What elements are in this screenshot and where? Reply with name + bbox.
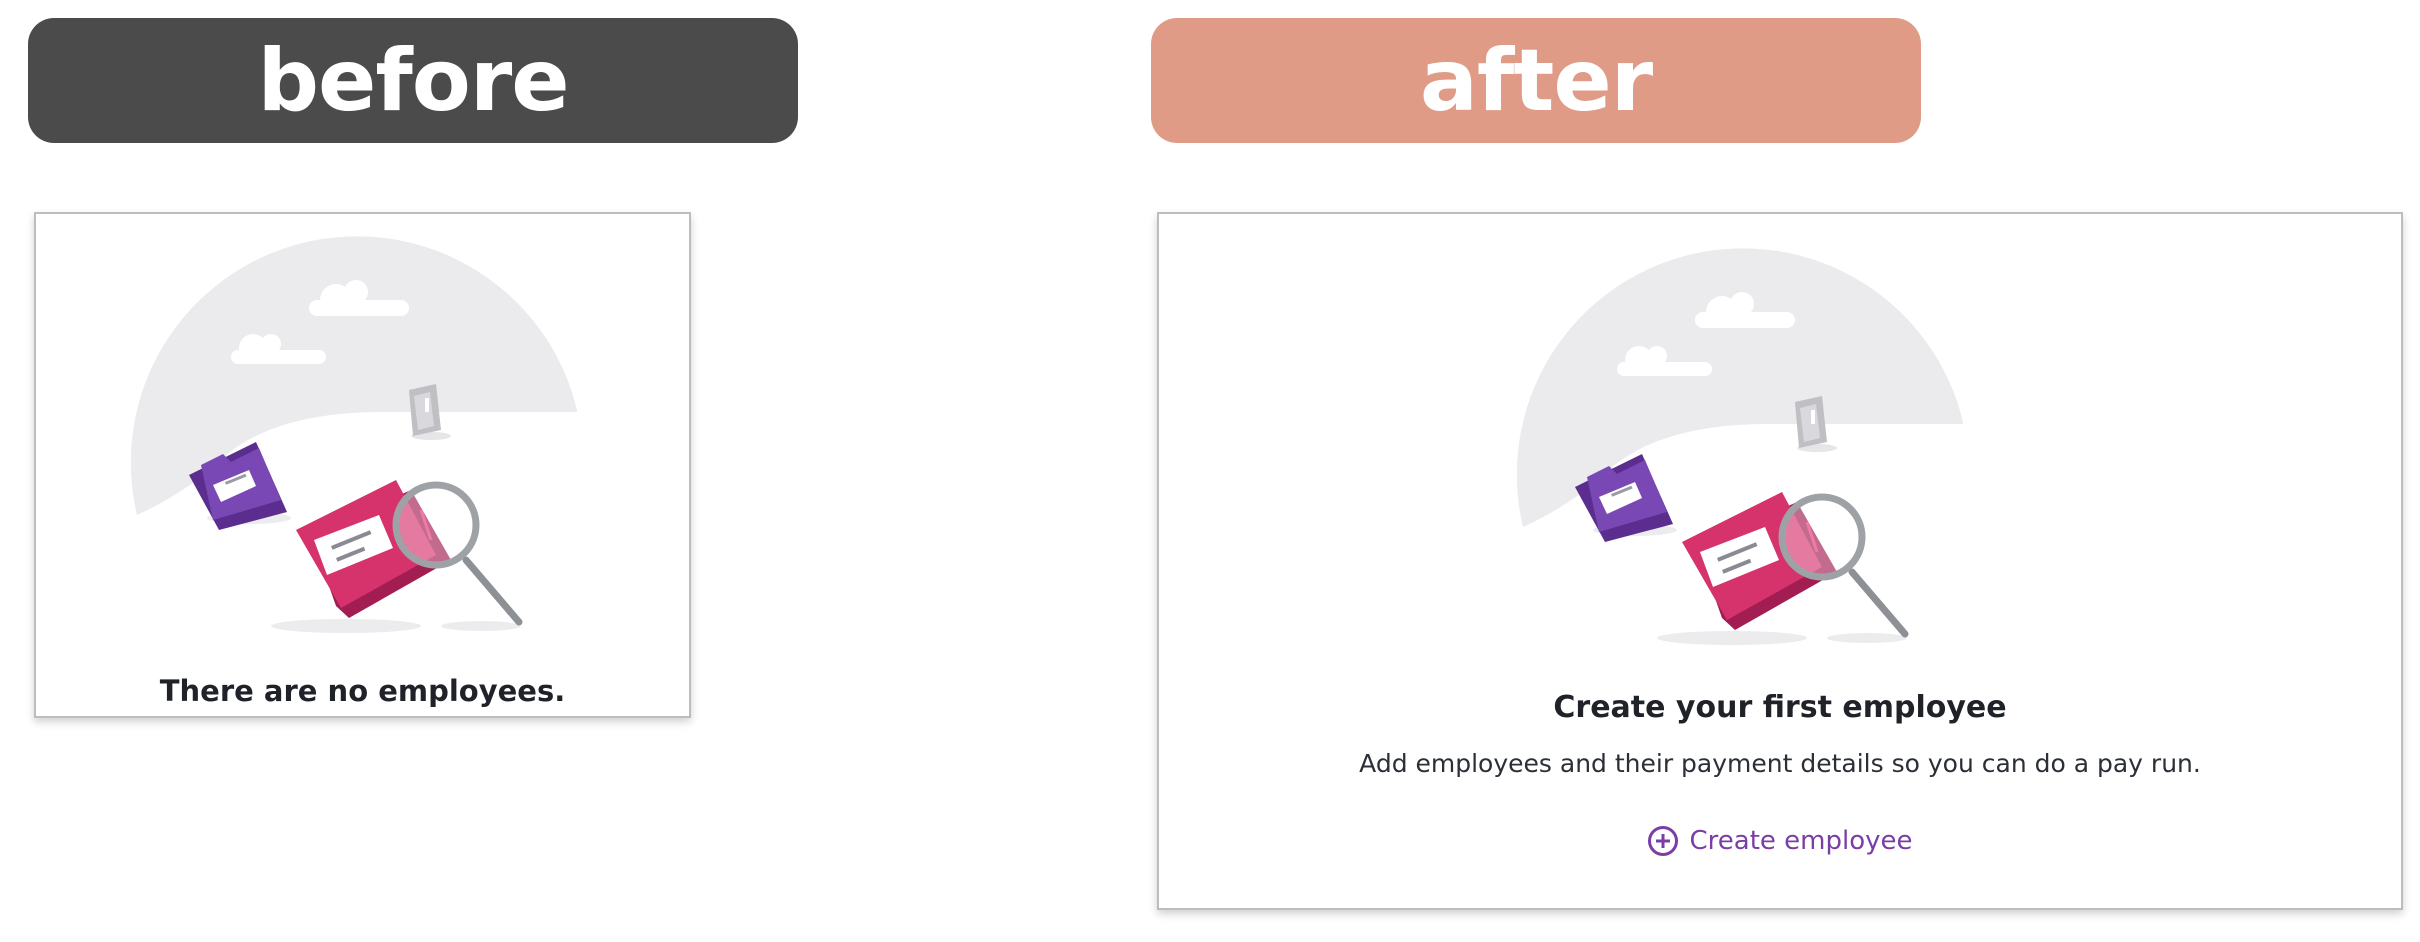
after-label: after (1151, 18, 1921, 143)
create-employee-label: Create employee (1689, 826, 1913, 856)
after-label-text: after (1419, 30, 1653, 131)
create-first-employee-heading: Create your first employee (1553, 690, 2007, 725)
empty-state-description: Add employees and their payment details … (1359, 749, 2201, 778)
before-label: before (28, 18, 798, 143)
plus-circle-icon (1647, 826, 1678, 856)
before-label-text: before (257, 30, 569, 131)
before-empty-state-card: There are no employees. (34, 212, 691, 718)
after-empty-state-card: Create your first employee Add employees… (1157, 212, 2403, 910)
create-employee-button[interactable]: Create employee (1159, 826, 2401, 856)
empty-folder-search-illustration (131, 236, 577, 633)
no-employees-message: There are no employees. (159, 674, 566, 708)
empty-folder-search-illustration (1517, 248, 1963, 645)
